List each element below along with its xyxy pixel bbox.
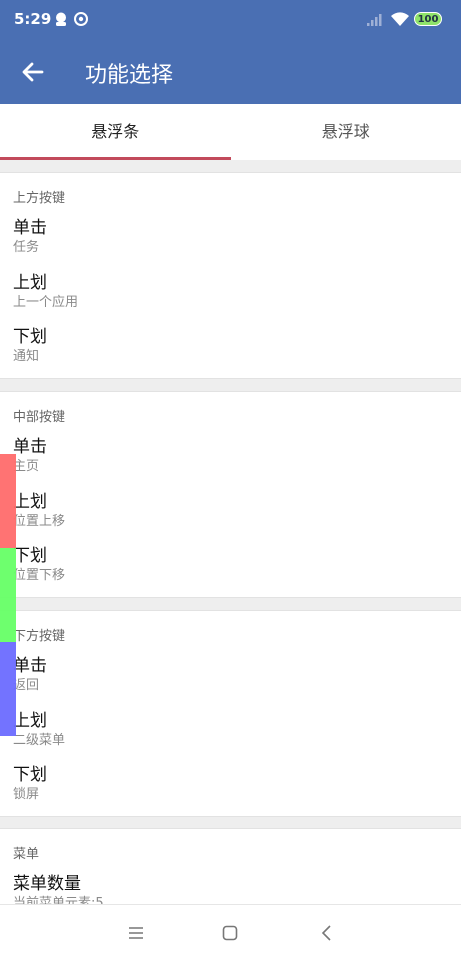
- tab-float-ball[interactable]: 悬浮球: [231, 104, 461, 160]
- item-title: 下划: [13, 545, 65, 567]
- item-subtitle: 位置下移: [13, 567, 65, 585]
- section-top-buttons: 上方按键 单击 任务 上划 上一个应用 下划 通知: [0, 172, 461, 379]
- app-bar: 功能选择: [0, 40, 461, 104]
- tab-float-bar[interactable]: 悬浮条: [0, 104, 231, 160]
- item-title: 上划: [13, 710, 65, 732]
- section-header: 中部按键: [13, 406, 65, 425]
- list-item[interactable]: 上划 位置上移: [13, 491, 65, 531]
- item-title: 单击: [13, 217, 47, 239]
- tab-bar: 悬浮条 悬浮球: [0, 104, 461, 160]
- item-title: 单击: [13, 655, 47, 677]
- signal-icon: [366, 12, 384, 26]
- list-item[interactable]: 下划 锁屏: [13, 764, 47, 804]
- item-subtitle: 二级菜单: [13, 732, 65, 750]
- settings-list[interactable]: 上方按键 单击 任务 上划 上一个应用 下划 通知 中部按键 单击 主页 上划 …: [0, 160, 461, 904]
- list-item[interactable]: 上划 二级菜单: [13, 710, 65, 750]
- float-bar-middle-segment[interactable]: [0, 548, 16, 642]
- item-title: 上划: [13, 491, 65, 513]
- section-menu: 菜单 菜单数量 当前菜单元素:5: [0, 828, 461, 904]
- battery-icon: 100: [414, 12, 442, 26]
- section-middle-buttons: 中部按键 单击 主页 上划 位置上移 下划 位置下移: [0, 391, 461, 598]
- item-title: 下划: [13, 764, 47, 786]
- status-time: 5:29: [14, 10, 51, 28]
- item-subtitle: 锁屏: [13, 786, 47, 804]
- wifi-icon: [390, 12, 410, 27]
- item-title: 单击: [13, 436, 47, 458]
- item-title: 上划: [13, 272, 78, 294]
- menu-icon[interactable]: [124, 921, 148, 945]
- item-title: 下划: [13, 326, 47, 348]
- section-bottom-buttons: 下方按键 单击 返回 上划 二级菜单 下划 锁屏: [0, 610, 461, 817]
- item-subtitle: 任务: [13, 239, 47, 257]
- item-subtitle: 返回: [13, 677, 47, 695]
- notification-ghost-icon: [53, 11, 69, 27]
- list-item[interactable]: 菜单数量 当前菜单元素:5: [13, 873, 104, 904]
- float-bar-top-segment[interactable]: [0, 454, 16, 548]
- list-item[interactable]: 单击 任务: [13, 217, 47, 257]
- list-item[interactable]: 上划 上一个应用: [13, 272, 78, 312]
- status-bar: 5:29 100: [0, 0, 461, 40]
- home-square-icon[interactable]: [218, 921, 242, 945]
- section-header: 菜单: [13, 843, 39, 862]
- list-item[interactable]: 单击 返回: [13, 655, 47, 695]
- arrow-left-icon[interactable]: [18, 57, 48, 87]
- float-bar-bottom-segment[interactable]: [0, 642, 16, 736]
- item-subtitle: 位置上移: [13, 513, 65, 531]
- notification-sync-icon: [73, 11, 89, 27]
- list-item[interactable]: 下划 位置下移: [13, 545, 65, 585]
- item-title: 菜单数量: [13, 873, 104, 895]
- item-subtitle: 上一个应用: [13, 294, 78, 312]
- list-item[interactable]: 下划 通知: [13, 326, 47, 366]
- page-title: 功能选择: [85, 57, 173, 89]
- back-chevron-icon[interactable]: [315, 921, 339, 945]
- item-subtitle: 当前菜单元素:5: [13, 895, 104, 904]
- section-header: 下方按键: [13, 625, 65, 644]
- list-item[interactable]: 单击 主页: [13, 436, 47, 476]
- section-header: 上方按键: [13, 187, 65, 206]
- item-subtitle: 主页: [13, 458, 47, 476]
- item-subtitle: 通知: [13, 348, 47, 366]
- system-nav-bar: [0, 904, 461, 961]
